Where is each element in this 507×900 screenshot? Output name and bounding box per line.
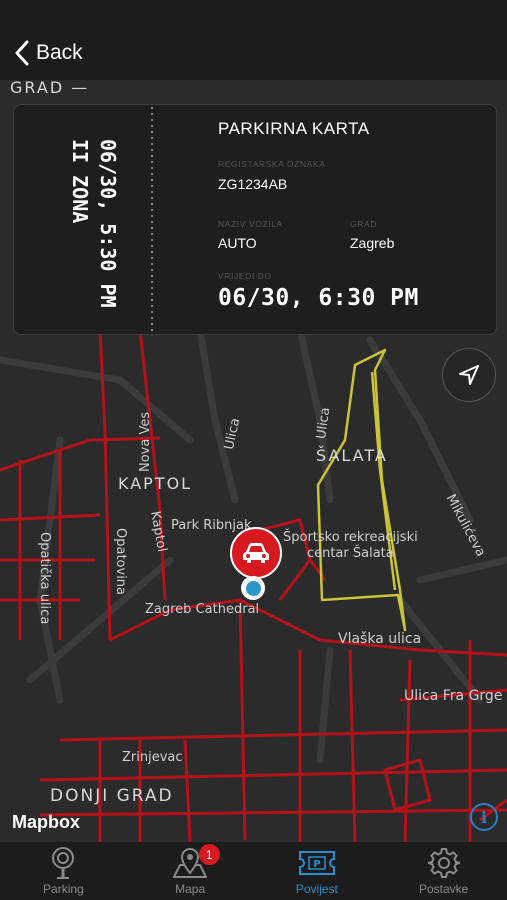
- back-button[interactable]: Back: [14, 36, 83, 70]
- map-label-nova-ves: Nova Ves: [138, 411, 153, 472]
- map-label-cathedral: Zagreb Cathedral: [145, 602, 260, 617]
- valid-until-value: 06/30, 6:30 PM: [218, 285, 419, 311]
- valid-until-label: VRIJEDI DO: [218, 271, 272, 281]
- map-label-vlaska: Vlaška ulica: [338, 631, 422, 647]
- map-label-salata: ŠALATA: [316, 446, 388, 465]
- parked-car-marker[interactable]: [230, 527, 282, 579]
- ticket-stub: 06/30, 5:30 PM II ZONA: [14, 105, 152, 334]
- map-label-opatovina: Opatovina: [113, 528, 128, 596]
- tab-povijest[interactable]: P Povijest: [254, 842, 381, 900]
- ticket-details: PARKIRNA KARTA REGISTARSKA OZNAKA ZG1234…: [218, 105, 496, 334]
- tab-mapa-label: Mapa: [175, 882, 206, 896]
- map-label-sports-center: Športsko rekreacijski centar Šalata: [283, 530, 418, 561]
- mapbox-attribution[interactable]: Mapbox: [12, 812, 80, 833]
- map-label-kaptol-area: KAPTOL: [118, 474, 193, 493]
- perforation-divider: [151, 105, 153, 334]
- user-location-marker: [241, 576, 265, 600]
- back-label: Back: [36, 41, 83, 64]
- car-icon: [243, 543, 269, 563]
- header-bar: Back: [0, 0, 507, 80]
- tab-parking[interactable]: Parking: [0, 842, 127, 900]
- tab-bar: Parking 1 Mapa P Povijest Postavke: [0, 842, 507, 900]
- city-value: Zagreb: [350, 235, 395, 251]
- gear-icon: [427, 848, 460, 878]
- vehicle-value: AUTO: [218, 235, 257, 251]
- tab-mapa[interactable]: 1 Mapa: [127, 842, 254, 900]
- parking-meter-icon: [52, 847, 75, 879]
- plate-value: ZG1234AB: [218, 176, 288, 192]
- map-label-zrinjevac: Zrinjevac: [122, 750, 183, 765]
- ticket-title: PARKIRNA KARTA: [218, 119, 370, 138]
- tab-postavke[interactable]: Postavke: [380, 842, 507, 900]
- map-label-grad: GRAD —: [10, 80, 90, 97]
- ticket-icon: P: [298, 851, 335, 875]
- map-label-donji-grad: DONJI GRAD: [50, 786, 174, 806]
- plate-label: REGISTARSKA OZNAKA: [218, 159, 326, 169]
- tab-povijest-label: Povijest: [295, 882, 338, 896]
- tab-postavke-label: Postavke: [418, 882, 469, 896]
- parking-ticket-card[interactable]: 06/30, 5:30 PM II ZONA PARKIRNA KARTA RE…: [13, 104, 497, 335]
- map-label-park-ribnjak: Park Ribnjak: [171, 518, 252, 533]
- info-icon[interactable]: i: [470, 803, 498, 831]
- notification-badge: 1: [198, 844, 220, 865]
- navigation-arrow-icon: [459, 365, 479, 385]
- map-label-opaticka: Opatička ulica: [37, 532, 52, 625]
- vehicle-label: NAZIV VOZILA: [218, 219, 283, 229]
- stub-time: 06/30, 5:30 PM: [96, 139, 120, 308]
- map-label-fra-grge: Ulica Fra Grge I: [404, 688, 507, 704]
- locate-me-button[interactable]: [442, 348, 496, 402]
- stub-zone: II ZONA: [68, 139, 92, 224]
- svg-text:P: P: [313, 859, 320, 870]
- chevron-left-icon: [15, 40, 29, 66]
- city-label: GRAD: [350, 219, 377, 229]
- tab-parking-label: Parking: [43, 882, 84, 896]
